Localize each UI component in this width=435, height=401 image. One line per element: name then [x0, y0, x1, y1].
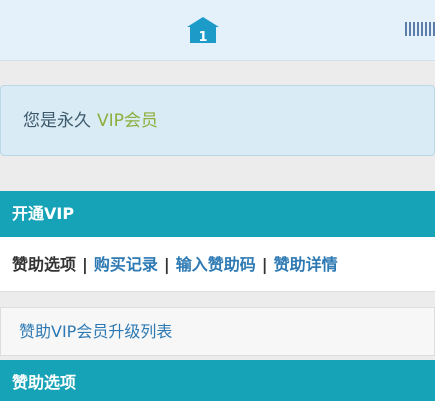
sponsor-nav: 赞助选项 | 购买记录 | 输入赞助码 | 赞助详情: [0, 237, 435, 292]
vip-status-text: 您是永久 VIP会员: [23, 110, 158, 132]
vip-label: VIP会员: [97, 111, 158, 131]
sponsor-options-header: 赞助选项: [0, 360, 435, 401]
svg-text:1: 1: [198, 30, 207, 45]
upgrade-list-item[interactable]: 赞助VIP会员升级列表: [0, 307, 435, 356]
nav-link-enter-code[interactable]: 输入赞助码: [176, 255, 256, 274]
nav-link-sponsor-details[interactable]: 赞助详情: [274, 255, 338, 274]
sponsor-options-title: 赞助选项: [12, 373, 77, 392]
menu-button[interactable]: [405, 21, 435, 37]
menu-icon: [405, 22, 435, 36]
home-button[interactable]: 1: [186, 15, 220, 45]
nav-separator: |: [261, 255, 268, 274]
open-vip-title: 开通VIP: [12, 204, 75, 223]
nav-separator: |: [163, 255, 170, 274]
vip-status-alert: 您是永久 VIP会员: [0, 85, 435, 156]
upgrade-list-link[interactable]: 赞助VIP会员升级列表: [19, 321, 172, 343]
top-navbar: 1: [0, 0, 435, 61]
nav-separator: |: [82, 255, 88, 274]
nav-item-sponsor-options[interactable]: 赞助选项: [12, 255, 76, 274]
open-vip-header: 开通VIP: [0, 191, 435, 237]
home-icon: 1: [187, 17, 219, 45]
nav-link-purchase-records[interactable]: 购买记录: [94, 255, 158, 274]
vip-status-prefix: 您是永久: [23, 111, 91, 131]
